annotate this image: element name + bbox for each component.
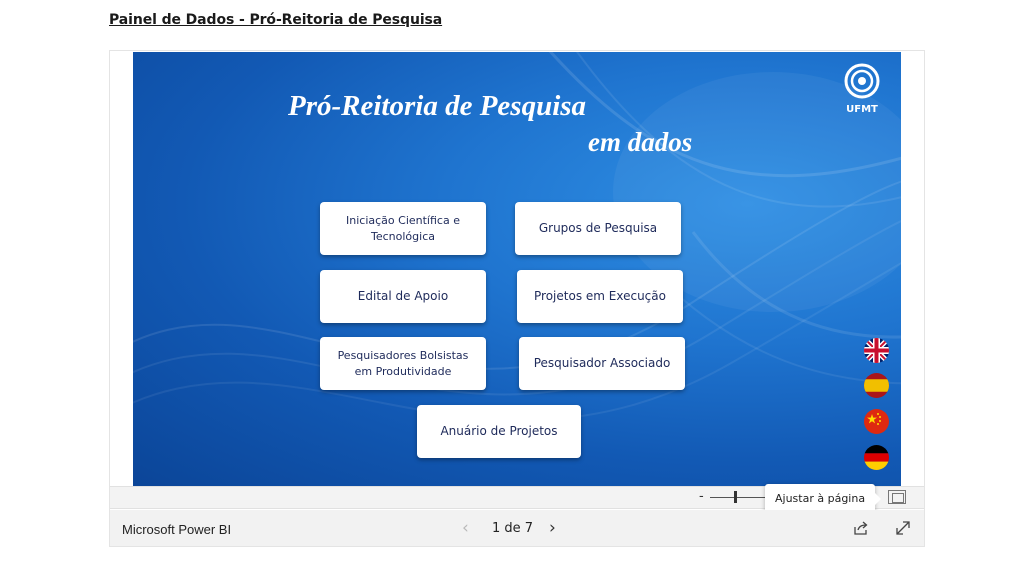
tooltip-arrow bbox=[875, 493, 882, 505]
report-canvas: Pró-Reitoria de Pesquisa em dados UFMT I… bbox=[133, 52, 901, 486]
button-grupos-de-pesquisa[interactable]: Grupos de Pesquisa bbox=[515, 202, 681, 255]
ufmt-logo: UFMT bbox=[839, 62, 885, 118]
button-anuario-de-projetos[interactable]: Anuário de Projetos bbox=[417, 405, 581, 458]
china-flag-icon[interactable] bbox=[864, 409, 889, 434]
zoom-slider-thumb[interactable] bbox=[734, 491, 737, 503]
hero-title: Pró-Reitoria de Pesquisa bbox=[288, 90, 587, 122]
germany-flag-icon[interactable] bbox=[864, 445, 889, 470]
chevron-right-icon[interactable]: › bbox=[549, 518, 556, 538]
tooltip-text: Ajustar à página bbox=[775, 492, 866, 505]
button-iniciacao-cientifica[interactable]: Iniciação Científica e Tecnológica bbox=[320, 202, 486, 255]
page-indicator: 1 de 7 bbox=[492, 521, 534, 536]
uk-flag-icon[interactable] bbox=[864, 338, 889, 363]
expand-icon[interactable] bbox=[894, 519, 912, 537]
hero-subtitle: em dados bbox=[588, 127, 693, 157]
button-projetos-em-execucao[interactable]: Projetos em Execução bbox=[517, 270, 683, 323]
fit-to-page-button[interactable] bbox=[888, 490, 906, 504]
button-edital-de-apoio[interactable]: Edital de Apoio bbox=[320, 270, 486, 323]
zoom-out-button[interactable]: - bbox=[699, 489, 704, 504]
logo-text: UFMT bbox=[846, 104, 878, 115]
powerbi-footer: Microsoft Power BI ‹ 1 de 7 › bbox=[110, 510, 924, 546]
chevron-left-icon[interactable]: ‹ bbox=[462, 518, 469, 538]
ufmt-emblem-icon bbox=[844, 63, 880, 99]
page-title: Painel de Dados - Pró-Reitoria de Pesqui… bbox=[109, 12, 443, 28]
button-pesquisadores-bolsistas[interactable]: Pesquisadores Bolsistas em Produtividade bbox=[320, 337, 486, 390]
share-icon[interactable] bbox=[852, 519, 870, 537]
spain-flag-icon[interactable] bbox=[864, 373, 889, 398]
zoom-slider-track[interactable] bbox=[710, 497, 770, 498]
fit-to-page-tooltip: Ajustar à página bbox=[765, 484, 882, 513]
powerbi-brand-link[interactable]: Microsoft Power BI bbox=[122, 522, 231, 537]
button-pesquisador-associado[interactable]: Pesquisador Associado bbox=[519, 337, 685, 390]
